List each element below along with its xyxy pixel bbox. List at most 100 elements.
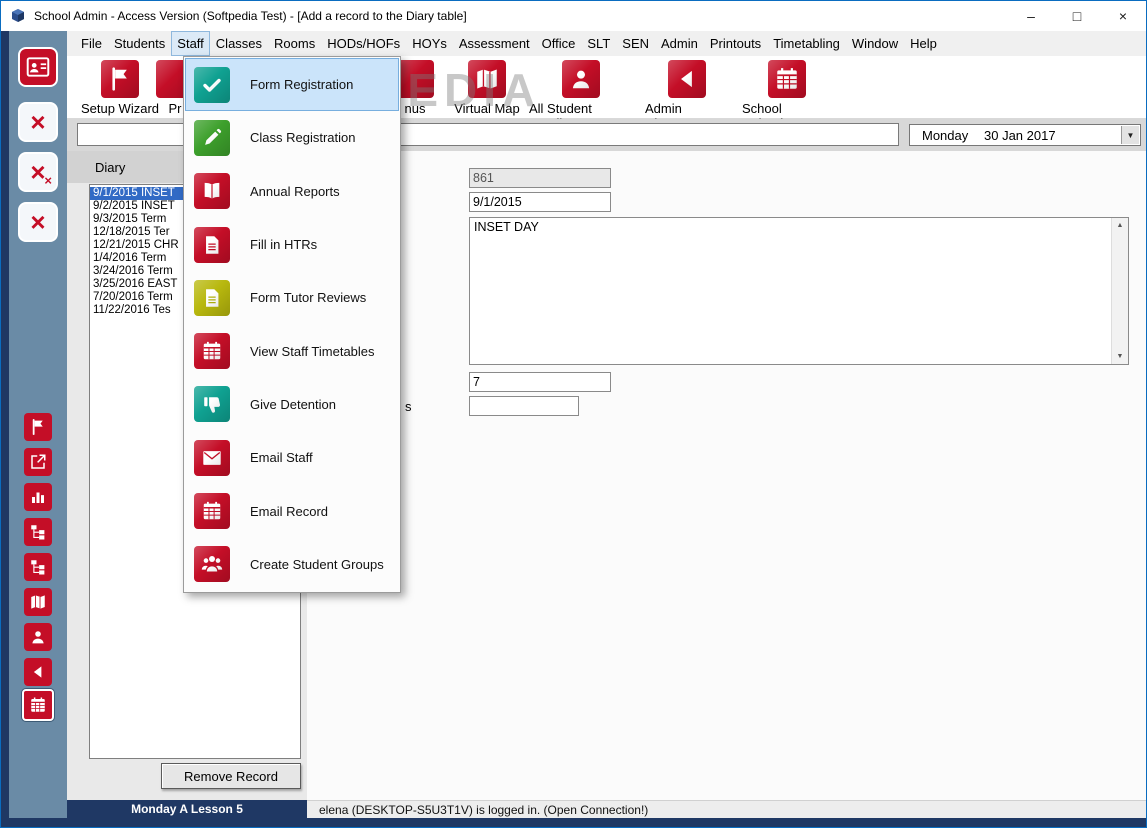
date-label: 30 Jan 2017 bbox=[984, 127, 1056, 143]
back-arrow-icon bbox=[29, 663, 47, 681]
sidebar-button-back[interactable] bbox=[24, 658, 52, 686]
toolbar-item-label: Pr bbox=[168, 101, 182, 116]
pencil-icon bbox=[201, 127, 223, 149]
minimize-button[interactable]: – bbox=[1008, 1, 1054, 31]
field-label-fragment: s bbox=[405, 399, 412, 414]
sidebar-button-structure-2[interactable] bbox=[24, 553, 52, 581]
export-icon bbox=[29, 453, 47, 471]
calendar-icon bbox=[29, 696, 47, 714]
menu-item-printouts[interactable]: Printouts bbox=[704, 31, 767, 56]
date-picker[interactable]: Monday 30 Jan 2017 ▼ bbox=[909, 124, 1141, 146]
window-controls: – □ × bbox=[1008, 1, 1146, 31]
bar-chart-icon bbox=[29, 488, 47, 506]
calendar-icon bbox=[201, 340, 223, 362]
menu-item-annual-reports[interactable]: Annual Reports bbox=[185, 165, 399, 218]
window-title: School Admin - Access Version (Softpedia… bbox=[34, 9, 467, 23]
thumbs-down-icon bbox=[201, 393, 223, 415]
extra-field[interactable] bbox=[469, 396, 579, 416]
toolbar-item-label: nus bbox=[404, 101, 426, 116]
close-button[interactable]: × bbox=[1100, 1, 1146, 31]
contact-card-icon bbox=[25, 54, 51, 80]
document-icon bbox=[201, 287, 223, 309]
menu-item-timetabling[interactable]: Timetabling bbox=[767, 31, 846, 56]
menu-item-email-record[interactable]: Email Record bbox=[185, 484, 399, 537]
menu-item-slt[interactable]: SLT bbox=[581, 31, 616, 56]
staff-dropdown-menu: Form Registration Class Registration Ann… bbox=[183, 56, 401, 593]
menu-item-help[interactable]: Help bbox=[904, 31, 943, 56]
menu-item-file[interactable]: File bbox=[75, 31, 108, 56]
document-icon bbox=[201, 234, 223, 256]
org-tree-icon bbox=[29, 558, 47, 576]
memo-scrollbar[interactable]: ▲ ▼ bbox=[1111, 218, 1128, 364]
envelope-icon bbox=[201, 447, 223, 469]
menu-item-staff[interactable]: Staff bbox=[171, 31, 210, 56]
menu-item-admin[interactable]: Admin bbox=[655, 31, 704, 56]
menu-item-hoys[interactable]: HOYs bbox=[406, 31, 453, 56]
person-icon bbox=[568, 66, 594, 92]
menu-item-hods-hofs[interactable]: HODs/HOFs bbox=[321, 31, 406, 56]
titlebar: School Admin - Access Version (Softpedia… bbox=[1, 1, 1146, 31]
scroll-up-icon[interactable]: ▲ bbox=[1112, 218, 1128, 233]
sidebar-button-export[interactable] bbox=[24, 448, 52, 476]
status-lesson: Monday A Lesson 5 bbox=[67, 800, 307, 818]
day-label: Monday bbox=[922, 127, 969, 143]
window-frame-left bbox=[1, 31, 9, 820]
calendar-icon bbox=[201, 500, 223, 522]
close-x-icon: × bbox=[30, 207, 46, 237]
back-arrow-icon bbox=[674, 66, 700, 92]
scroll-down-icon[interactable]: ▼ bbox=[1112, 349, 1128, 364]
menubar: File Students Staff Classes Rooms HODs/H… bbox=[67, 31, 1146, 56]
checkmark-icon bbox=[200, 73, 224, 97]
menu-item-give-detention[interactable]: Give Detention bbox=[185, 378, 399, 431]
status-message: elena (DESKTOP-S5U3T1V) is logged in. (O… bbox=[307, 800, 1146, 818]
menu-item-form-tutor-reviews[interactable]: Form Tutor Reviews bbox=[185, 271, 399, 324]
menu-item-email-staff[interactable]: Email Staff bbox=[185, 431, 399, 484]
sidebar-button-close-record[interactable]: × bbox=[18, 202, 58, 242]
people-group-icon bbox=[200, 552, 224, 576]
record-id-field bbox=[469, 168, 611, 188]
toolbar-item-label: Virtual Map bbox=[454, 101, 520, 116]
sidebar-button-chart[interactable] bbox=[24, 483, 52, 511]
menu-item-fill-in-htrs[interactable]: Fill in HTRs bbox=[185, 218, 399, 271]
flag-icon bbox=[107, 66, 133, 92]
org-tree-icon bbox=[29, 523, 47, 541]
map-icon bbox=[474, 66, 500, 92]
menu-item-create-student-groups[interactable]: Create Student Groups bbox=[185, 538, 399, 591]
close-x-double-icon: × bbox=[30, 157, 46, 187]
sidebar-button-person[interactable] bbox=[24, 623, 52, 651]
app-icon bbox=[10, 8, 26, 24]
menu-item-class-registration[interactable]: Class Registration bbox=[185, 111, 399, 164]
menu-item-office[interactable]: Office bbox=[536, 31, 582, 56]
sidebar-button-staff-details[interactable] bbox=[18, 47, 58, 87]
menu-item-assessment[interactable]: Assessment bbox=[453, 31, 536, 56]
close-x-icon: × bbox=[30, 107, 46, 137]
sidebar-button-calendar[interactable] bbox=[22, 689, 54, 721]
remove-record-button[interactable]: Remove Record bbox=[161, 763, 301, 789]
app-window: School Admin - Access Version (Softpedia… bbox=[0, 0, 1147, 828]
sidebar-button-close-form[interactable]: × bbox=[18, 102, 58, 142]
person-icon bbox=[29, 628, 47, 646]
record-date-field[interactable] bbox=[469, 192, 611, 212]
menu-item-students[interactable]: Students bbox=[108, 31, 171, 56]
flag-icon bbox=[29, 418, 47, 436]
window-frame-bottom bbox=[1, 818, 1146, 827]
sidebar-button-flag[interactable] bbox=[24, 413, 52, 441]
chevron-down-icon[interactable]: ▼ bbox=[1121, 126, 1139, 144]
menu-item-form-registration[interactable]: Form Registration bbox=[185, 58, 399, 112]
record-details-textarea[interactable]: INSET DAY bbox=[469, 217, 1129, 365]
menu-item-sen[interactable]: SEN bbox=[616, 31, 655, 56]
toolbar-item-virtual-map[interactable]: Virtual Map bbox=[450, 60, 524, 116]
menu-item-window[interactable]: Window bbox=[846, 31, 904, 56]
sidebar-button-close-all[interactable]: × × bbox=[18, 152, 58, 192]
calendar-icon bbox=[774, 66, 800, 92]
diary-panel-title: Diary bbox=[95, 159, 126, 175]
menu-item-view-staff-timetables[interactable]: View Staff Timetables bbox=[185, 324, 399, 377]
open-book-icon bbox=[201, 180, 223, 202]
periods-field[interactable] bbox=[469, 372, 611, 392]
menu-item-rooms[interactable]: Rooms bbox=[268, 31, 321, 56]
sidebar: × × × × bbox=[9, 31, 67, 818]
menu-item-classes[interactable]: Classes bbox=[210, 31, 268, 56]
sidebar-button-map[interactable] bbox=[24, 588, 52, 616]
maximize-button[interactable]: □ bbox=[1054, 1, 1100, 31]
sidebar-button-structure-1[interactable] bbox=[24, 518, 52, 546]
